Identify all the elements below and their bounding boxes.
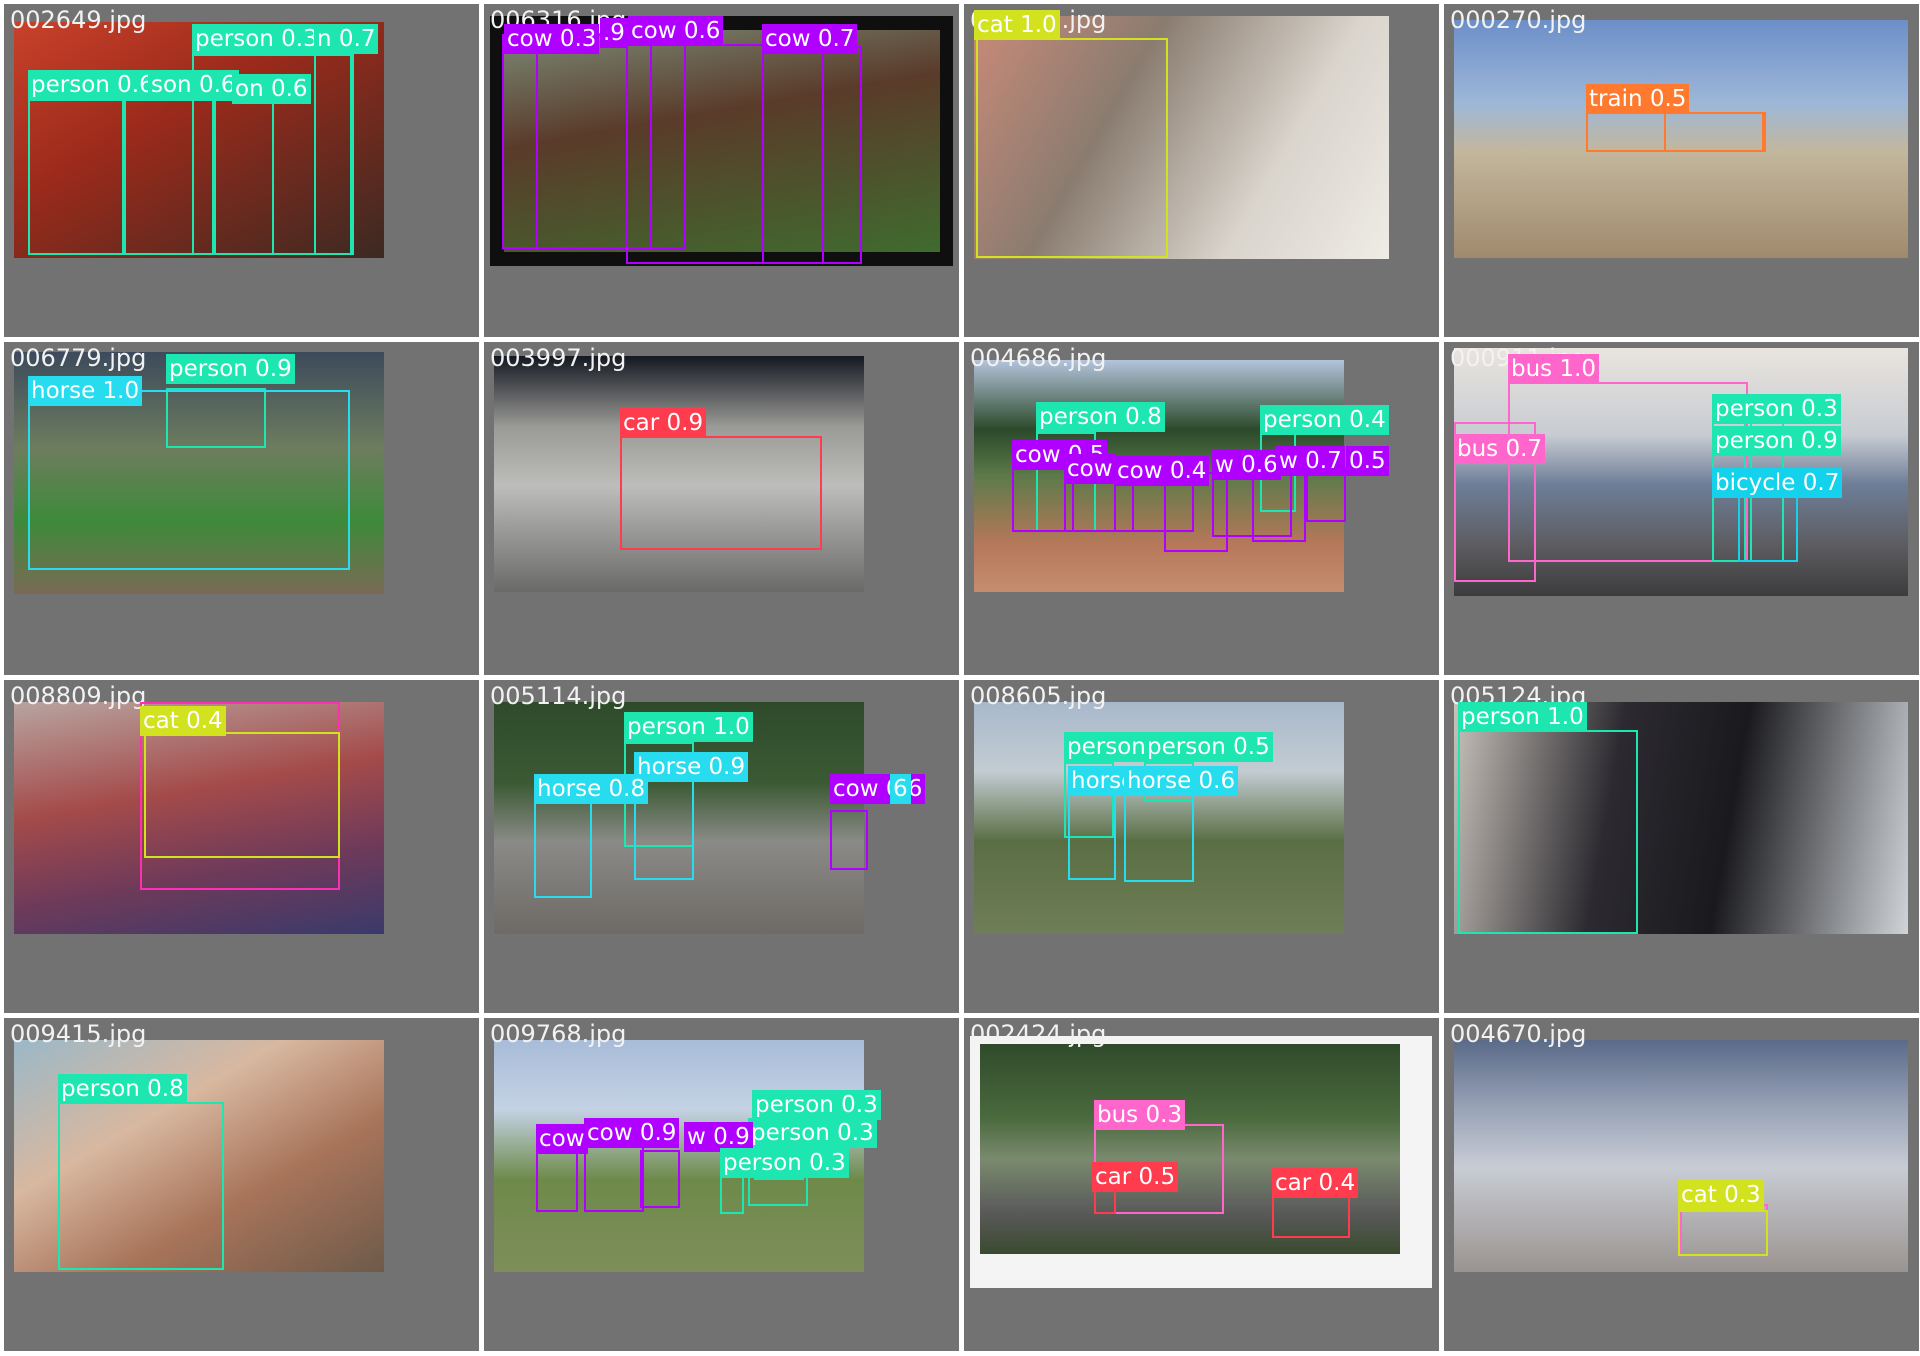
detection-label: person 0.6 [28, 70, 157, 100]
tile-002649: 002649.jpg person 0.3 n 0.7 person 0.6 s… [4, 4, 479, 337]
detection-label: person 0.8 [58, 1074, 187, 1104]
detection-label: person 0.3 [720, 1148, 849, 1178]
detection-label: horse 0.9 [634, 752, 749, 782]
detection-label: car 0.9 [620, 408, 707, 438]
detection-label: bus 1.0 [1508, 354, 1600, 384]
image-filename: 006779.jpg [10, 344, 147, 372]
tile-005124: 005124.jpg person 1.0 [1444, 680, 1919, 1013]
detection-label: person 0.3 [1712, 394, 1841, 424]
detection-box-train [1664, 112, 1764, 152]
detection-label: person [1064, 732, 1149, 762]
tile-005114: 005114.jpg person 1.0 horse 0.9 horse 0.… [484, 680, 959, 1013]
image-filename: 004670.jpg [1450, 1020, 1587, 1048]
detection-label: cow 0.3 [504, 24, 600, 54]
detection-box-horse [28, 390, 350, 570]
detection-label: 0.5 [1346, 446, 1389, 476]
detection-label: car 0.5 [1092, 1162, 1179, 1192]
detection-label: n 0.7 [314, 24, 379, 54]
image-filename: 008605.jpg [970, 682, 1107, 710]
detection-label: cow 0.4 [1114, 456, 1210, 486]
detection-box-horse [1124, 790, 1194, 882]
detection-label: cat 0.3 [1678, 1180, 1764, 1210]
detection-box-cow [640, 1150, 680, 1208]
detection-box-cat [976, 38, 1168, 258]
detection-box-cow [584, 1146, 644, 1212]
image-filename: 009768.jpg [490, 1020, 627, 1048]
detection-box-cow [830, 810, 868, 870]
detection-label: horse 0.6 [1124, 766, 1239, 796]
detection-box-cow [536, 1148, 578, 1212]
detection-label: bus 0.3 [1094, 1100, 1186, 1130]
detection-label: person 0.5 [1144, 732, 1273, 762]
image-filename: 008809.jpg [10, 682, 147, 710]
detection-label: cat 1.0 [974, 10, 1060, 40]
detection-box-horse [534, 802, 592, 898]
detection-label: .9 [600, 18, 628, 48]
detection-label: person 0.4 [1260, 405, 1389, 435]
tile-003777: 003777.jpg cat 1.0 [964, 4, 1439, 337]
detection-label: cow [1064, 454, 1116, 484]
detection-label: w 0.6 [1212, 450, 1281, 480]
detection-label: 6 [890, 774, 911, 804]
detection-label: horse 0.8 [534, 774, 649, 804]
detection-label: person 0.3 [192, 24, 321, 54]
detection-label: horse 1.0 [28, 376, 143, 406]
detection-label: train 0.5 [1586, 84, 1690, 114]
detection-box-cat [1678, 1210, 1768, 1256]
detection-label: car 0.4 [1272, 1168, 1359, 1198]
detection-box-person [314, 54, 354, 255]
detection-label: on 0.6 [232, 74, 311, 104]
image-filename: 005114.jpg [490, 682, 627, 710]
detection-box-person [58, 1102, 224, 1270]
tile-000911: 000911.jpg bus 1.0 person 0.3 person 0.9… [1444, 342, 1919, 675]
image-filename: 002424.jpg [970, 1020, 1107, 1048]
tile-009768: 009768.jpg person 0.3 person 0.3 cow cow… [484, 1018, 959, 1351]
detection-label: person 0.3 [748, 1118, 877, 1148]
detection-label: w 0.7 [1276, 446, 1345, 476]
detection-label: cow [536, 1124, 588, 1154]
tile-004670: 004670.jpg cat 0.3 [1444, 1018, 1919, 1351]
detection-label: cow 0.7 [762, 24, 858, 54]
detection-box-cow [762, 46, 862, 264]
tile-000270: 000270.jpg train 0.5 [1444, 4, 1919, 337]
tile-006316: 006316.jpg cow 0.3 .9 cow 0.6 cow 0.7 [484, 4, 959, 337]
detection-label: person 0.8 [1036, 402, 1165, 432]
image-filename: 000270.jpg [1450, 6, 1587, 34]
image-filename: 004686.jpg [970, 344, 1107, 372]
detection-label: cow 0.9 [584, 1118, 680, 1148]
detection-mosaic: 002649.jpg person 0.3 n 0.7 person 0.6 s… [0, 0, 1920, 1356]
detection-label: person 0.3 [752, 1090, 881, 1120]
tile-002424: 002424.jpg bus 0.3 car 0.5 car 0.4 [964, 1018, 1439, 1351]
tile-004686: 004686.jpg person 0.8 person 0.4 cow 0.5… [964, 342, 1439, 675]
detection-box-person [1458, 730, 1638, 934]
detection-box-cat [144, 732, 340, 858]
detection-label: cow 0.6 [628, 16, 724, 46]
image-filename: 002649.jpg [10, 6, 147, 34]
detection-label: person 1.0 [1458, 702, 1587, 732]
detection-label: person 1.0 [624, 712, 753, 742]
detection-label: bus 0.7 [1454, 434, 1546, 464]
detection-label: person 0.9 [166, 354, 295, 384]
tile-008809: 008809.jpg cat 0.4 [4, 680, 479, 1013]
tile-008605: 008605.jpg person person 0.5 horse horse… [964, 680, 1439, 1013]
detection-label: bicycle 0.7 [1712, 468, 1843, 498]
detection-box-car [620, 436, 822, 550]
tile-006779: 006779.jpg person 0.9 horse 1.0 [4, 342, 479, 675]
detection-box-person [28, 99, 124, 255]
detection-label: cow 0.6 [830, 774, 926, 804]
image-filename: 003997.jpg [490, 344, 627, 372]
detection-label: person 0.9 [1712, 426, 1841, 456]
detection-label: son 0.6 [148, 70, 239, 100]
tile-003997: 003997.jpg car 0.9 [484, 342, 959, 675]
detection-box-horse [1068, 786, 1116, 880]
image-filename: 009415.jpg [10, 1020, 147, 1048]
detection-label: cat 0.4 [140, 706, 226, 736]
tile-009415: 009415.jpg person 0.8 [4, 1018, 479, 1351]
